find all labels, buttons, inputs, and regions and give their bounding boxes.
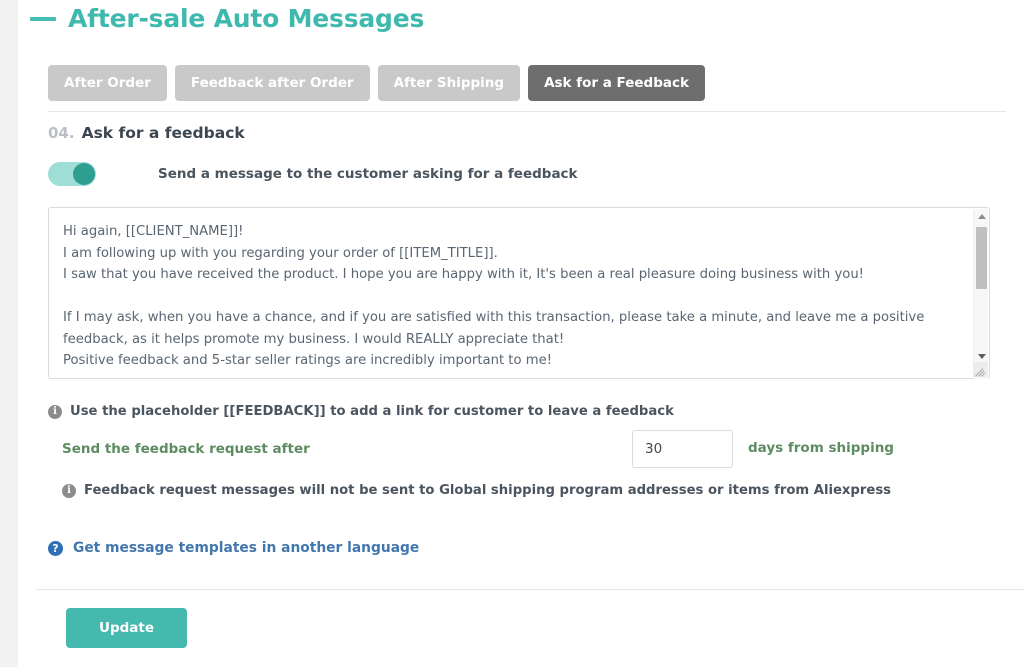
tab-bar: After Order Feedback after Order After S… bbox=[48, 65, 705, 101]
shipping-note-row: i Feedback request messages will not be … bbox=[62, 483, 891, 498]
message-textarea[interactable] bbox=[63, 221, 963, 367]
page-header: After-sale Auto Messages bbox=[30, 4, 424, 33]
help-icon[interactable]: ? bbox=[48, 541, 63, 556]
language-templates-row: ? Get message templates in another langu… bbox=[48, 540, 419, 556]
message-textarea-wrapper bbox=[48, 207, 990, 379]
scrollbar-thumb[interactable] bbox=[976, 227, 987, 289]
page-root: After-sale Auto Messages After Order Fee… bbox=[0, 0, 1024, 667]
info-icon: i bbox=[48, 405, 62, 419]
left-gutter bbox=[0, 0, 18, 667]
tab-feedback-after-order[interactable]: Feedback after Order bbox=[175, 65, 370, 101]
tab-after-shipping[interactable]: After Shipping bbox=[378, 65, 520, 101]
language-templates-link[interactable]: Get message templates in another languag… bbox=[73, 540, 419, 556]
page-title: After-sale Auto Messages bbox=[68, 4, 424, 33]
toggle-knob bbox=[73, 163, 95, 185]
tab-ask-for-a-feedback[interactable]: Ask for a Feedback bbox=[528, 65, 705, 101]
enable-message-row: Send a message to the customer asking fo… bbox=[48, 162, 578, 186]
placeholder-hint-row: i Use the placeholder [[FEEDBACK]] to ad… bbox=[48, 404, 674, 419]
footer-divider bbox=[36, 589, 1024, 590]
feedback-delay-label: Send the feedback request after bbox=[62, 441, 310, 457]
update-button[interactable]: Update bbox=[66, 608, 187, 648]
enable-message-label: Send a message to the customer asking fo… bbox=[158, 166, 578, 182]
placeholder-hint-text: Use the placeholder [[FEEDBACK]] to add … bbox=[70, 404, 674, 419]
message-scrollbar[interactable] bbox=[973, 209, 988, 379]
enable-message-toggle[interactable] bbox=[48, 162, 96, 186]
page-content: After-sale Auto Messages After Order Fee… bbox=[18, 0, 1024, 667]
tab-after-order[interactable]: After Order bbox=[48, 65, 167, 101]
feedback-delay-row: Send the feedback request after days fro… bbox=[62, 430, 962, 468]
step-number: 04. bbox=[48, 124, 75, 142]
info-icon: i bbox=[62, 484, 76, 498]
feedback-delay-suffix: days from shipping bbox=[748, 440, 894, 456]
dash-icon bbox=[30, 17, 56, 21]
tabs-divider bbox=[48, 111, 1006, 112]
shipping-note-text: Feedback request messages will not be se… bbox=[84, 483, 891, 498]
feedback-delay-input[interactable] bbox=[632, 430, 733, 468]
step-title: Ask for a feedback bbox=[82, 124, 245, 142]
textarea-resize-handle[interactable] bbox=[973, 362, 988, 377]
step-heading: 04. Ask for a feedback bbox=[48, 124, 245, 142]
scroll-up-icon[interactable] bbox=[974, 209, 989, 224]
